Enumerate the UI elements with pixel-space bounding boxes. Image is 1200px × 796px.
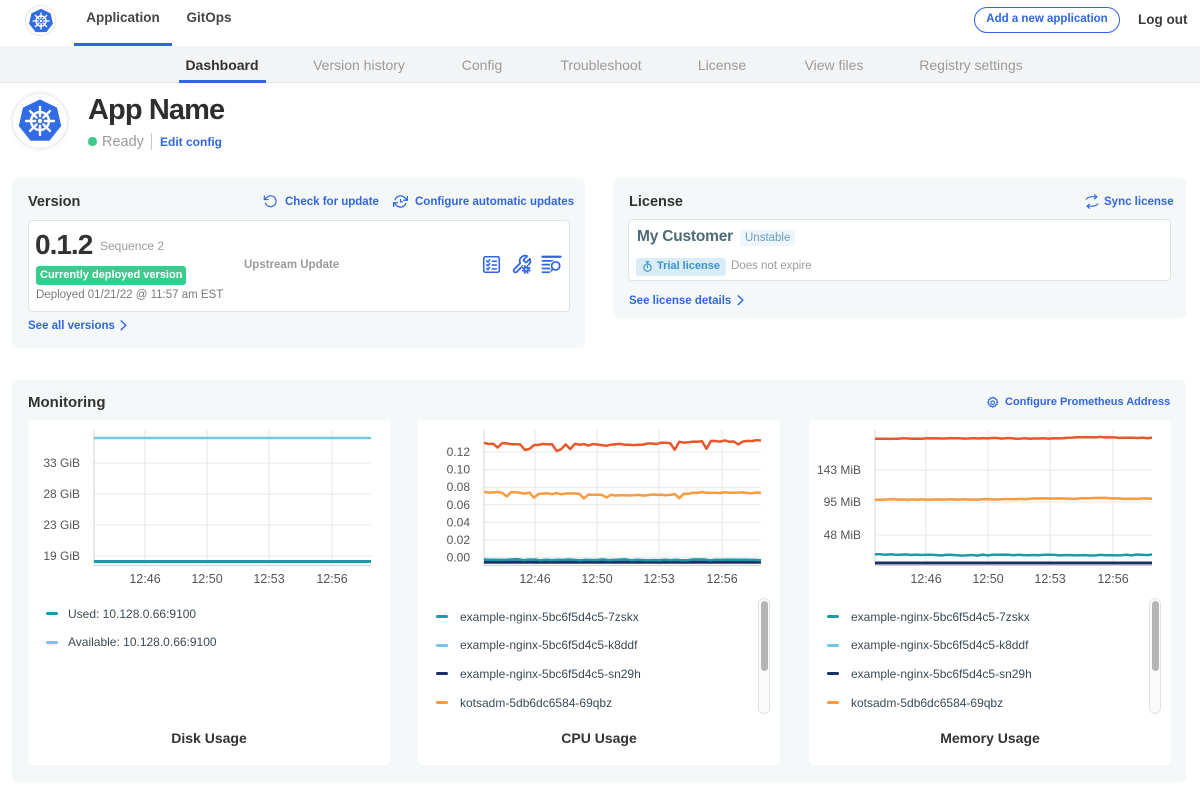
- svg-text:0.08: 0.08: [447, 480, 471, 494]
- svg-text:12:46: 12:46: [129, 572, 160, 586]
- svg-text:12:56: 12:56: [1097, 572, 1128, 586]
- svg-text:12:50: 12:50: [581, 572, 612, 586]
- svg-text:12:50: 12:50: [972, 572, 1003, 586]
- svg-text:12:56: 12:56: [316, 572, 347, 586]
- svg-text:48 MiB: 48 MiB: [824, 528, 861, 542]
- svg-text:0.02: 0.02: [447, 533, 471, 547]
- svg-text:12:53: 12:53: [253, 572, 284, 586]
- svg-text:143 MiB: 143 MiB: [817, 463, 861, 477]
- svg-text:95 MiB: 95 MiB: [824, 495, 861, 509]
- svg-text:12:56: 12:56: [706, 572, 737, 586]
- svg-text:12:46: 12:46: [910, 572, 941, 586]
- svg-text:23 GiB: 23 GiB: [43, 518, 80, 532]
- svg-text:12:53: 12:53: [643, 572, 674, 586]
- svg-text:0.00: 0.00: [447, 551, 471, 565]
- svg-text:0.10: 0.10: [447, 463, 471, 477]
- svg-text:0.12: 0.12: [447, 445, 471, 459]
- svg-text:12:50: 12:50: [191, 572, 222, 586]
- svg-text:19 GiB: 19 GiB: [43, 549, 80, 563]
- svg-text:12:46: 12:46: [519, 572, 550, 586]
- svg-text:12:53: 12:53: [1034, 572, 1065, 586]
- svg-text:0.06: 0.06: [447, 498, 471, 512]
- svg-text:28 GiB: 28 GiB: [43, 487, 80, 501]
- svg-text:0.04: 0.04: [447, 515, 471, 529]
- svg-text:33 GiB: 33 GiB: [43, 456, 80, 470]
